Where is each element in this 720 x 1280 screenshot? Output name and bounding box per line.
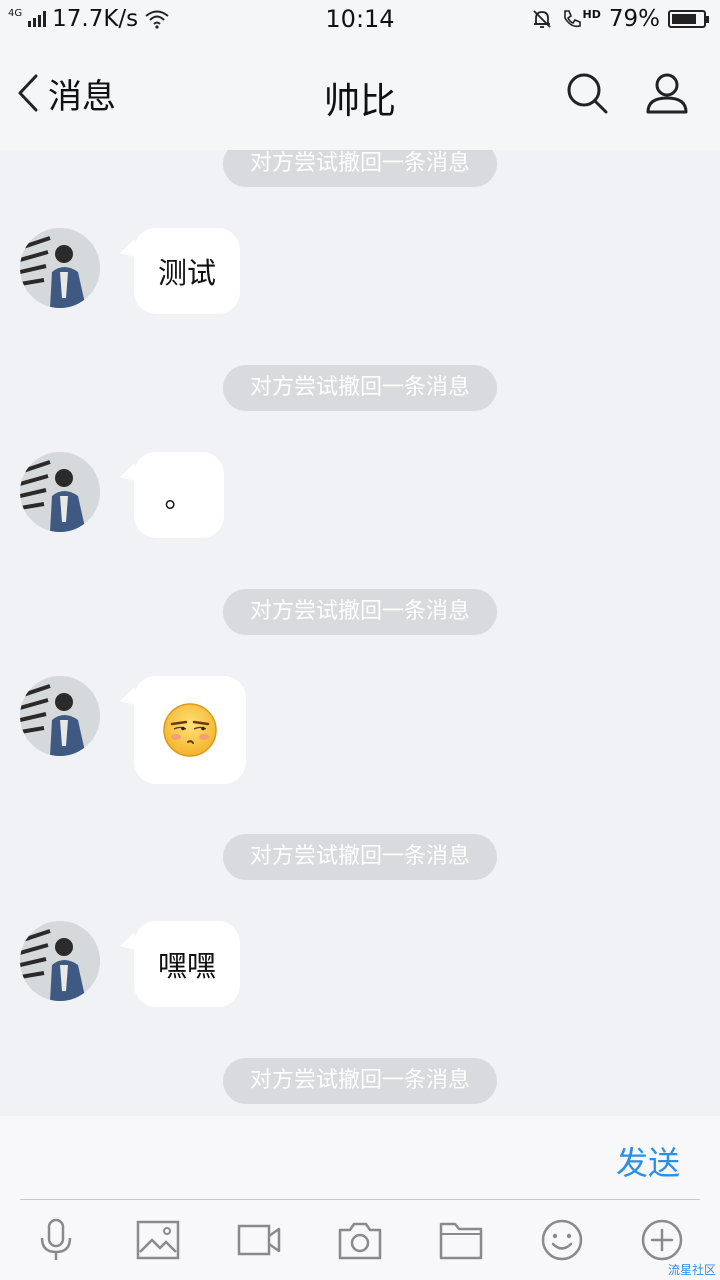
video-icon[interactable] — [237, 1218, 281, 1262]
smirk-emoji-icon — [163, 703, 217, 757]
message-bubble[interactable]: 嘿嘿 — [134, 921, 241, 1007]
search-icon[interactable] — [564, 70, 610, 116]
message-bubble[interactable]: 。 — [134, 452, 224, 538]
message-row: 嘿嘿 — [20, 921, 700, 1031]
plus-icon[interactable] — [640, 1218, 684, 1262]
recall-notice: 对方尝试撤回一条消息 — [223, 150, 497, 187]
avatar[interactable] — [20, 228, 100, 308]
message-row: 。 — [20, 452, 700, 562]
camera-icon[interactable] — [338, 1218, 382, 1262]
image-icon[interactable] — [136, 1218, 180, 1262]
folder-icon[interactable] — [439, 1218, 483, 1262]
message-input-area[interactable]: 发送 — [0, 1116, 720, 1200]
microphone-icon[interactable] — [34, 1218, 78, 1262]
hd-label: HD — [582, 8, 601, 21]
avatar[interactable] — [20, 921, 100, 1001]
profile-icon[interactable] — [644, 70, 690, 116]
message-bubble[interactable] — [134, 676, 246, 784]
mute-bell-icon — [532, 10, 551, 28]
message-bubble[interactable]: 测试 — [134, 228, 241, 314]
hd-call-icon: HD — [561, 8, 601, 30]
send-button[interactable]: 发送 — [616, 1138, 680, 1184]
recall-notice: 对方尝试撤回一条消息 — [223, 1058, 497, 1104]
chat-title: 帅比 — [323, 81, 396, 122]
watermark: 流星社区 — [667, 1263, 716, 1277]
chat-area[interactable]: 对方尝试撤回一条消息 测试 对方尝试撤回一条消息 。 对方尝试撤回一条消息 对方… — [0, 150, 720, 1116]
message-text: 嘿嘿 — [158, 949, 217, 983]
avatar[interactable] — [20, 452, 100, 532]
message-row — [20, 676, 700, 786]
input-toolbar: 流星社区 — [0, 1200, 720, 1280]
recall-notice: 对方尝试撤回一条消息 — [223, 834, 497, 880]
nav-bar: 消息 帅比 — [0, 38, 720, 150]
battery-percent: 79% — [608, 6, 660, 32]
status-bar: 4G 17.7K/s 10:14 HD 79% — [0, 0, 720, 38]
recall-notice: 对方尝试撤回一条消息 — [223, 589, 497, 635]
avatar[interactable] — [20, 676, 100, 756]
battery-level — [672, 14, 696, 24]
smiley-icon[interactable] — [540, 1218, 584, 1262]
message-text: 。 — [164, 480, 194, 514]
recall-notice: 对方尝试撤回一条消息 — [223, 365, 497, 411]
battery-icon — [668, 10, 709, 28]
status-right: HD 79% — [531, 0, 709, 38]
message-row: 测试 — [20, 228, 700, 338]
message-text: 测试 — [158, 256, 217, 290]
